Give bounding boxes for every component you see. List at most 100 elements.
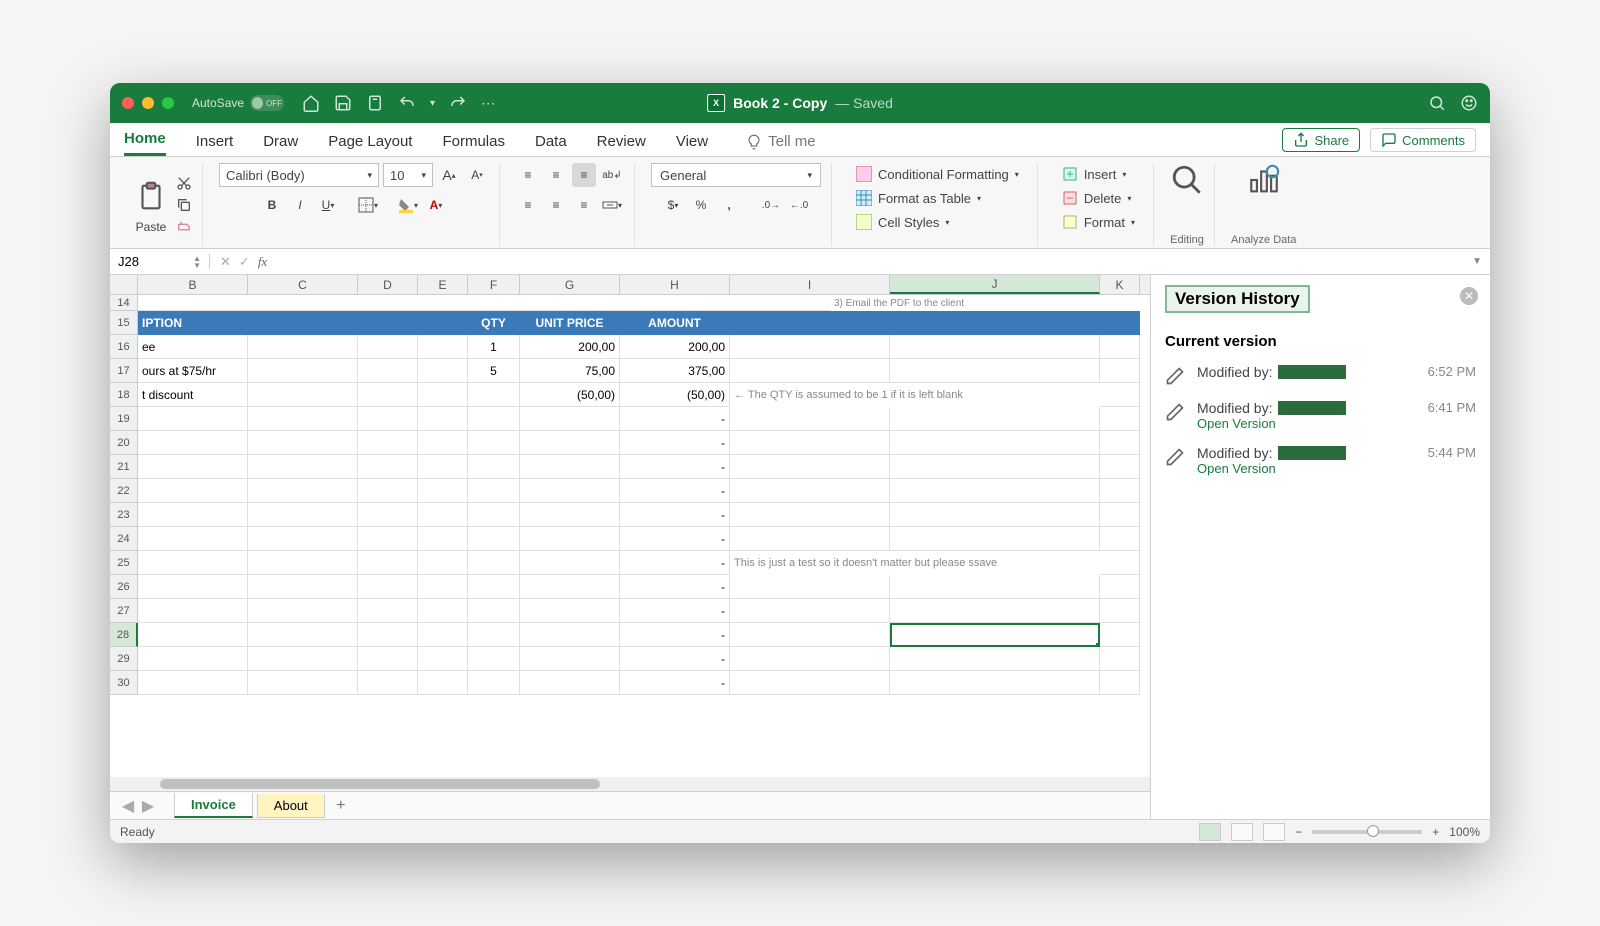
cell[interactable] [730,455,890,479]
minimize-window-icon[interactable] [142,97,154,109]
cell-styles-button[interactable]: Cell Styles▾ [848,211,957,233]
cell[interactable] [358,359,418,383]
delete-cells-button[interactable]: Delete▾ [1054,187,1140,209]
cell[interactable]: 1 [468,335,520,359]
cell[interactable] [520,503,620,527]
cell[interactable] [248,503,358,527]
cell[interactable] [1100,431,1140,455]
tab-page-layout[interactable]: Page Layout [328,133,412,156]
row-header[interactable]: 20 [110,431,138,455]
cell[interactable] [890,671,1100,695]
row-header[interactable]: 24 [110,527,138,551]
cell[interactable]: - [620,431,730,455]
cell[interactable] [730,431,890,455]
cell[interactable]: 375,00 [620,359,730,383]
cell[interactable] [358,431,418,455]
cell[interactable] [418,311,468,335]
italic-button[interactable]: I [288,193,312,217]
horizontal-scrollbar[interactable] [110,777,1150,791]
cell[interactable] [468,647,520,671]
cell[interactable] [418,671,468,695]
cell[interactable]: (50,00) [620,383,730,407]
format-cells-button[interactable]: Format▾ [1054,211,1143,233]
cell[interactable] [890,623,1100,647]
cell[interactable] [890,527,1100,551]
cell[interactable] [248,599,358,623]
cell[interactable] [520,479,620,503]
cell[interactable] [358,407,418,431]
cell[interactable] [248,431,358,455]
cell[interactable] [520,671,620,695]
zoom-slider[interactable] [1312,830,1422,834]
cell[interactable] [138,671,248,695]
cell[interactable] [890,311,1100,335]
cell[interactable]: - [620,407,730,431]
cell[interactable] [248,479,358,503]
cell[interactable] [520,599,620,623]
spreadsheet-grid[interactable]: 14 3) Email the PDF to the client 15IPTI… [110,295,1150,777]
cell[interactable]: IPTION [138,311,248,335]
expand-formula-bar-icon[interactable]: ▼ [1472,256,1490,267]
cell[interactable]: (50,00) [520,383,620,407]
column-header[interactable]: H [620,275,730,294]
undo-icon[interactable] [398,94,416,112]
cell[interactable] [520,647,620,671]
cut-icon[interactable] [176,175,192,191]
cell[interactable] [138,431,248,455]
cell[interactable] [418,455,468,479]
row-header[interactable]: 28 [110,623,138,647]
name-box[interactable]: J28 ▲▼ [110,254,210,269]
find-icon[interactable] [1170,163,1204,197]
cell[interactable] [418,335,468,359]
decrease-font-icon[interactable]: A▾ [465,163,489,187]
bold-button[interactable]: B [260,193,284,217]
cell[interactable] [418,479,468,503]
cell[interactable] [468,503,520,527]
cell[interactable] [468,383,520,407]
sheet-tab-invoice[interactable]: Invoice [174,793,253,818]
cancel-formula-icon[interactable]: ✕ [220,254,231,270]
cell[interactable]: t discount [138,383,248,407]
cell[interactable] [358,527,418,551]
accept-formula-icon[interactable]: ✓ [239,254,250,270]
cell[interactable] [520,623,620,647]
row-header[interactable]: 15 [110,311,138,335]
column-header[interactable]: F [468,275,520,294]
cell[interactable] [358,335,418,359]
cell[interactable] [418,359,468,383]
cell[interactable] [138,647,248,671]
wrap-text-button[interactable]: ab↲ [600,163,624,187]
underline-button[interactable]: U▾ [316,193,340,217]
row-header[interactable]: 22 [110,479,138,503]
cell[interactable] [730,335,890,359]
add-sheet-button[interactable]: + [329,797,353,815]
format-painter-icon[interactable] [176,219,192,235]
align-left-icon[interactable]: ≡ [516,193,540,217]
cell[interactable]: - [620,623,730,647]
cell[interactable] [1100,455,1140,479]
autosave-toggle[interactable]: AutoSave OFF [192,95,284,111]
cell[interactable] [730,359,890,383]
cell[interactable] [890,335,1100,359]
tab-view[interactable]: View [676,133,708,156]
cell[interactable] [138,551,248,575]
cell[interactable]: - [620,527,730,551]
cell[interactable] [730,311,890,335]
cell[interactable] [890,503,1100,527]
sheet-tab-about[interactable]: About [257,794,325,818]
smiley-icon[interactable] [1460,94,1478,112]
cell[interactable] [730,503,890,527]
select-all-corner[interactable] [110,275,138,294]
cell[interactable] [730,407,890,431]
cell[interactable] [468,455,520,479]
cell[interactable] [248,647,358,671]
autosave-pill[interactable]: OFF [250,95,284,111]
cell[interactable] [138,575,248,599]
open-version-link[interactable]: Open Version [1197,416,1416,431]
currency-icon[interactable]: $▾ [661,193,685,217]
cell[interactable]: - [620,455,730,479]
comma-icon[interactable]: , [717,193,741,217]
cell[interactable] [248,407,358,431]
next-sheet-icon[interactable]: ▶ [140,796,156,816]
cell[interactable] [358,647,418,671]
